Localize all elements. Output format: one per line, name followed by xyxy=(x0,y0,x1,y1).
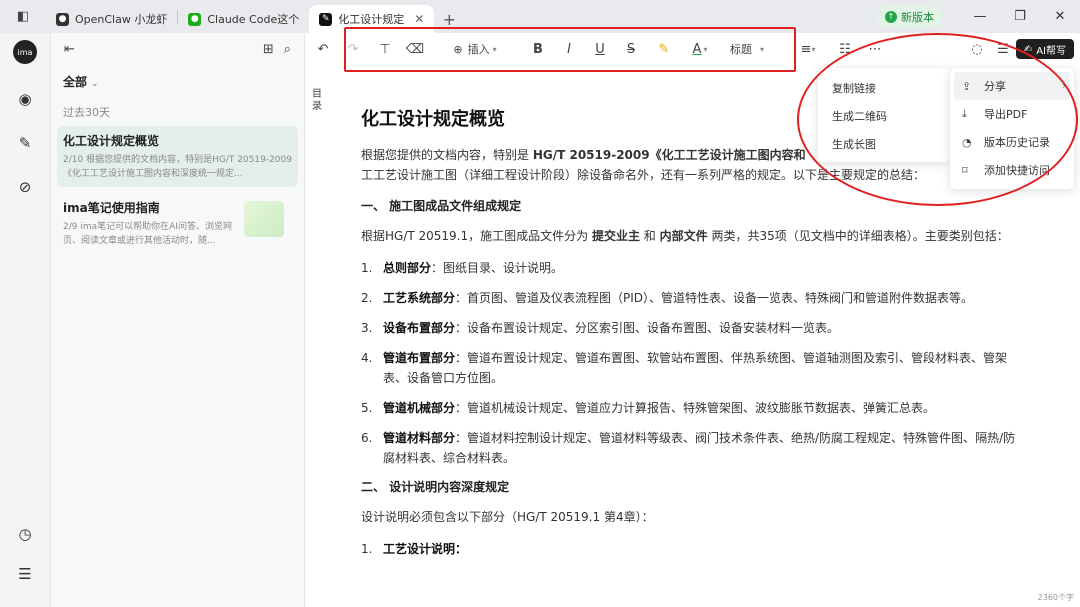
ai-write-label: AI帮写 xyxy=(1036,45,1066,57)
item-label: 管道材料部分 xyxy=(383,431,456,445)
panel-toolbar: ⇤ ⊞ ⌕ xyxy=(51,33,304,65)
item-number: 1. xyxy=(361,542,373,556)
upload-icon: ↑ xyxy=(885,10,897,23)
note-thumbnail xyxy=(244,201,284,237)
item-label: 工艺系统部分 xyxy=(383,291,456,305)
annotation-rectangle xyxy=(344,27,796,72)
close-icon[interactable]: ✕ xyxy=(414,12,424,26)
item-number: 5. xyxy=(361,401,373,415)
toc-toggle[interactable]: 目录 xyxy=(312,89,324,113)
word-count: 2360个字 xyxy=(1037,593,1074,602)
notes-panel: ⇤ ⊞ ⌕ 全部 ⌄ 过去30天 化工设计规定概览 2/10 根据您提供的文档内容… xyxy=(51,33,305,607)
undo-icon[interactable]: ↶ xyxy=(313,39,333,59)
intro-part-a: 根据您提供的文档内容，特别是 xyxy=(361,148,533,162)
chevron-down-icon: ⌄ xyxy=(91,79,99,89)
openclaw-icon: ● xyxy=(56,12,69,26)
s1-text-b: 和 xyxy=(639,229,660,243)
avatar-label: ima xyxy=(17,47,33,57)
section2-text: 设计说明必须包含以下部分（HG/T 20519.1 第4章）： xyxy=(361,510,654,524)
item-text: ：管道材料控制设计规定、管道材料等级表、阀门技术条件表、绝热/防腐工程规定、特殊… xyxy=(383,431,1016,465)
period-label: 过去30天 xyxy=(63,106,110,119)
minimize-icon[interactable]: — xyxy=(960,0,1000,33)
s1-bold-b: 内部文件 xyxy=(659,229,708,243)
item-number: 2. xyxy=(361,291,373,305)
item-label: 管道机械部分 xyxy=(383,401,456,415)
tab-label: 化工设计规定 xyxy=(338,13,405,26)
category-list: 1. 总则部分：图纸目录、设计说明。 2. 工艺系统部分：首页图、管道及仪表流程图（… xyxy=(361,258,1026,468)
left-rail: ima ◉ ✎ ⊘ ◷ ☰ xyxy=(0,33,51,607)
list-item: 2. 工艺系统部分：首页图、管道及仪表流程图（PID）、管道特性表、设备一览表、特… xyxy=(361,288,1026,308)
history-clock-icon[interactable]: ◷ xyxy=(14,523,36,545)
filter-label: 全部 xyxy=(63,75,88,89)
section2-list: 1. 工艺设计说明： xyxy=(361,539,1026,559)
align-icon[interactable]: ≡ ▾ xyxy=(795,39,821,59)
list-item: 4. 管道布置部分：管道布置设计规定、管道布置图、软管站布置图、伴热系统图、管道轴… xyxy=(361,348,1026,388)
collapse-panel-icon[interactable]: ⇤ xyxy=(64,42,75,57)
list-item[interactable]: ima笔记使用指南 2/9 ima笔记可以帮助你在AI问答、浏览网页、阅读文章或… xyxy=(57,193,298,254)
annotation-ellipse xyxy=(797,33,1078,206)
window-controls: ↑ 新版本 — ❐ ✕ xyxy=(877,0,1080,33)
item-number: 3. xyxy=(361,321,373,335)
filter-dropdown[interactable]: 全部 ⌄ xyxy=(51,65,304,90)
list-item: 1. 总则部分：图纸目录、设计说明。 xyxy=(361,258,1026,278)
list-item: 5. 管道机械部分：管道机械设计规定、管道应力计算报告、特殊管架图、波纹膨胀节数据… xyxy=(361,398,1026,418)
list-item: 6. 管道材料部分：管道材料控制设计规定、管道材料等级表、阀门技术条件表、绝热/防… xyxy=(361,428,1026,468)
ima-icon: ✎ xyxy=(319,12,333,26)
item-text: ：管道机械设计规定、管道应力计算报告、特殊管架图、波纹膨胀节数据表、弹簧汇总表。 xyxy=(455,401,936,415)
item-label: 总则部分 xyxy=(383,261,432,275)
item-label: 设备布置部分 xyxy=(383,321,456,335)
s1-text-c: 两类，共35项（见文档中的详细表格）。主要类别包括： xyxy=(707,229,1009,243)
lightbulb-icon[interactable]: ◉ xyxy=(14,88,36,110)
note-snippet: 2/9 ima笔记可以帮助你在AI问答、浏览网页、阅读文章或进行其他活动时，随.… xyxy=(63,222,232,246)
new-version-button[interactable]: ↑ 新版本 xyxy=(877,5,942,28)
note-snippet: 2/10 根据您提供的文档内容，特别是HG/T 20519-2009《化工工艺设… xyxy=(63,155,292,179)
list-item: 3. 设备布置部分：设备布置设计规定、分区索引图、设备布置图、设备安装材料一览表。 xyxy=(361,318,1026,338)
wechat-icon: ● xyxy=(188,12,202,26)
tab-openclaw[interactable]: ● OpenClaw 小龙虾 xyxy=(46,5,177,33)
search-icon[interactable]: ⌕ xyxy=(284,42,291,57)
note-title: 化工设计规定概览 xyxy=(63,134,160,148)
item-number: 1. xyxy=(361,261,373,275)
item-number: 6. xyxy=(361,431,373,445)
avatar[interactable]: ima xyxy=(13,40,37,64)
close-window-icon[interactable]: ✕ xyxy=(1040,0,1080,33)
new-version-label: 新版本 xyxy=(901,10,934,24)
notes-icon[interactable]: ✎ xyxy=(14,132,36,154)
item-label: 管道布置部分 xyxy=(383,351,456,365)
item-text: ：图纸目录、设计说明。 xyxy=(431,261,564,275)
list-item: 1. 工艺设计说明： xyxy=(361,539,1026,559)
section-heading: 二、 设计说明内容深度规定 xyxy=(361,480,510,494)
item-text: ：设备布置设计规定、分区索引图、设备布置图、设备安装材料一览表。 xyxy=(455,321,840,335)
item-label: 工艺设计说明： xyxy=(383,542,468,556)
s1-text-a: 根据HG/T 20519.1，施工图成品文件分为 xyxy=(361,229,592,243)
item-text: ：首页图、管道及仪表流程图（PID）、管道特性表、设备一览表、特殊阀门和管道附件… xyxy=(455,291,974,305)
tab-label: Claude Code这个 xyxy=(207,13,300,26)
sidebar-toggle-icon[interactable]: ◧ xyxy=(0,0,46,33)
tab-label: OpenClaw 小龙虾 xyxy=(75,13,168,26)
s1-bold-a: 提交业主 xyxy=(591,229,640,243)
section1-text: 根据HG/T 20519.1，施工图成品文件分为 提交业主 和 内部文件 两类，… xyxy=(361,226,1026,246)
list-item[interactable]: 化工设计规定概览 2/10 根据您提供的文档内容，特别是HG/T 20519-2… xyxy=(57,126,298,187)
new-note-icon[interactable]: ⊞ xyxy=(263,42,274,57)
intro-standard: HG/T 20519-2009《化工工艺设计施工图内容和 xyxy=(532,148,806,162)
item-number: 4. xyxy=(361,351,373,365)
item-text: ：管道布置设计规定、管道布置图、软管站布置图、伴热系统图、管道轴测图及索引、管段… xyxy=(383,351,1008,385)
tab-claude-code[interactable]: ● Claude Code这个 xyxy=(178,5,309,33)
compass-icon[interactable]: ⊘ xyxy=(14,176,36,198)
menu-icon[interactable]: ☰ xyxy=(14,563,36,585)
restore-icon[interactable]: ❐ xyxy=(1000,0,1040,33)
